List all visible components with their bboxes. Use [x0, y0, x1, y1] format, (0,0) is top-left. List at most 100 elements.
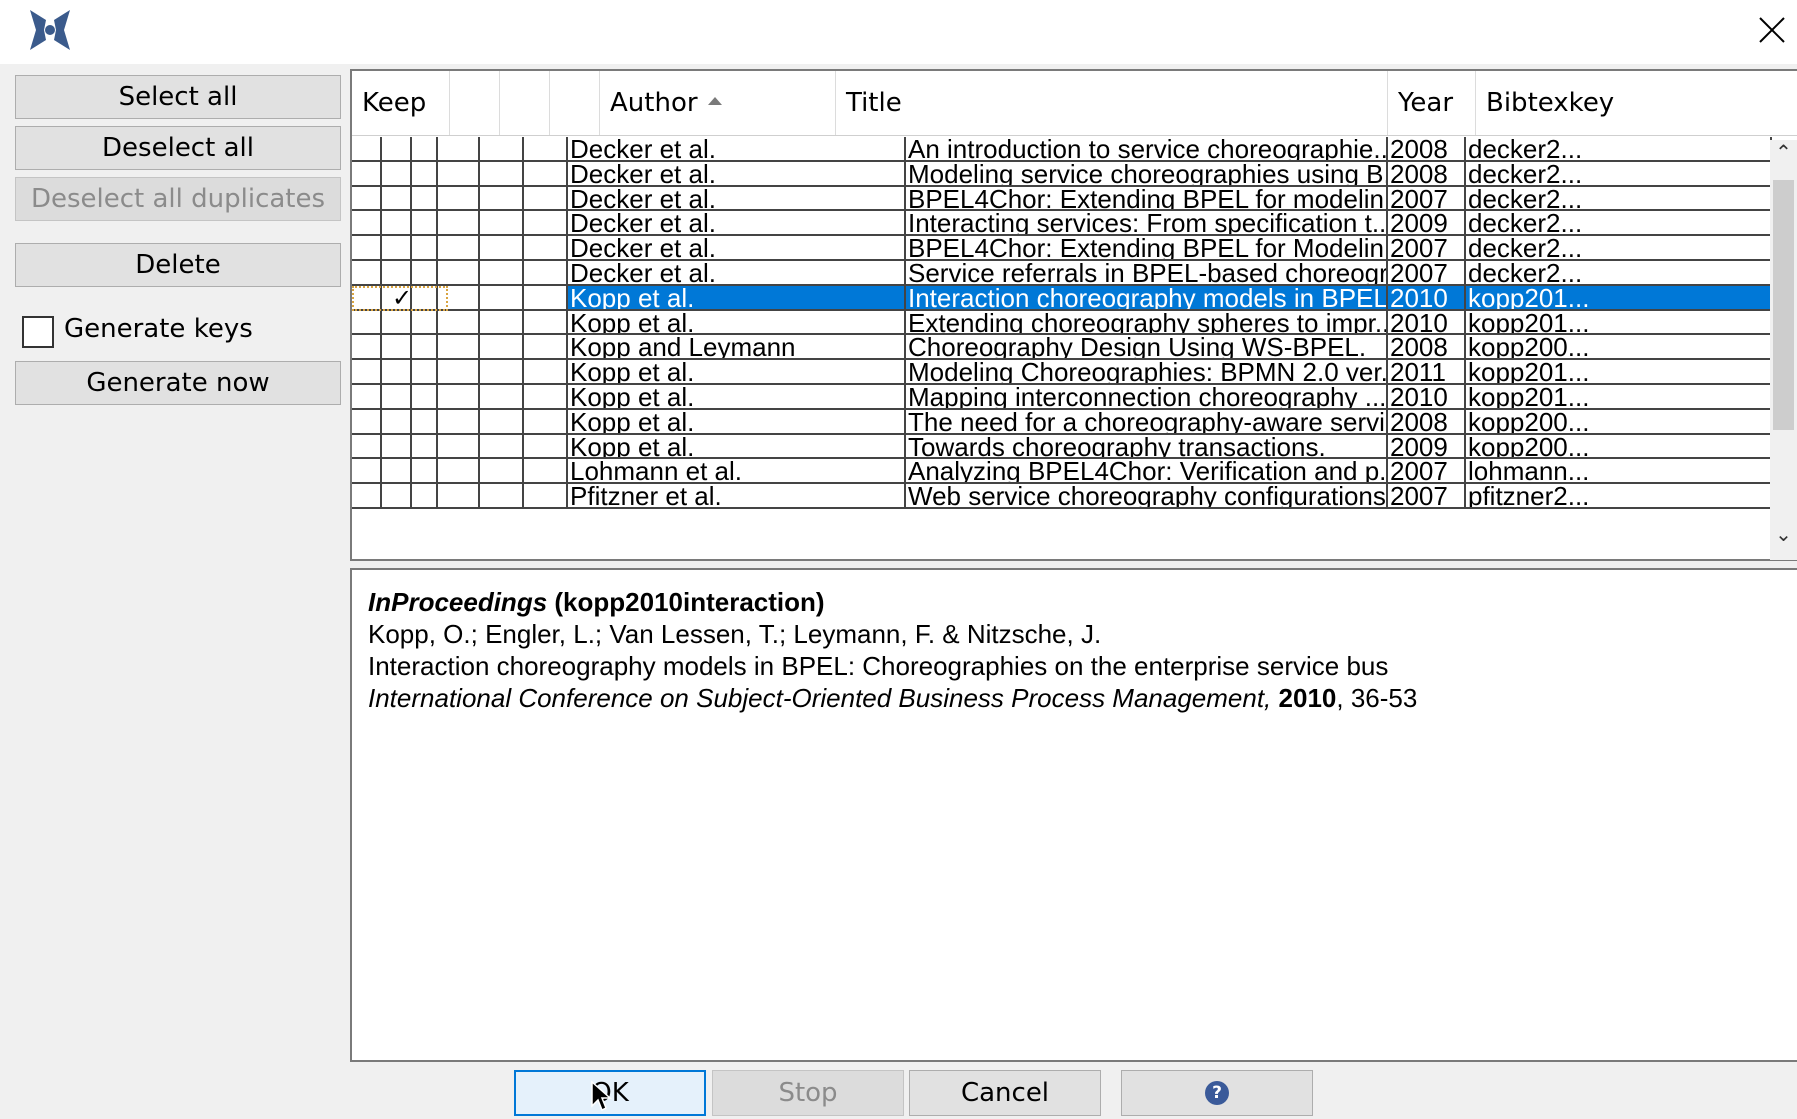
- cell-author[interactable]: Kopp et al.: [568, 360, 906, 385]
- deselect-all-duplicates-button[interactable]: Deselect all duplicates: [15, 177, 341, 221]
- cell-author[interactable]: Decker et al.: [568, 137, 906, 162]
- table-row[interactable]: Decker et al. BPEL4Chor: Extending BPEL f…: [352, 186, 1772, 212]
- keep-cell[interactable]: [382, 385, 412, 410]
- cell-title[interactable]: Extending choreography spheres to impr..…: [906, 310, 1388, 336]
- keep-cell[interactable]: [382, 459, 412, 485]
- marker-cell[interactable]: [524, 360, 568, 385]
- cell-year[interactable]: 2009: [1388, 211, 1466, 237]
- cell-title[interactable]: Analyzing BPEL4Chor: Verification and p.…: [906, 459, 1388, 485]
- generate-now-button[interactable]: Generate now: [15, 361, 341, 405]
- cell-title[interactable]: Web service choreography configurations.…: [906, 484, 1388, 509]
- table-row[interactable]: Decker et al. BPEL4Chor: Extending BPEL f…: [352, 236, 1772, 261]
- keep-check-icon[interactable]: ✓: [388, 285, 416, 311]
- cell-title[interactable]: Service referrals in BPEL-based choreogr…: [906, 261, 1388, 286]
- keep-cell[interactable]: [382, 236, 412, 261]
- cell-key[interactable]: kopp201...: [1466, 360, 1772, 385]
- keep-cell[interactable]: [352, 137, 382, 162]
- cell-key[interactable]: kopp201...: [1466, 310, 1772, 336]
- cell-title[interactable]: Mapping interconnection choreography ...: [906, 385, 1388, 410]
- cell-year[interactable]: 2011: [1388, 360, 1466, 385]
- column-header-blank-2[interactable]: [500, 71, 550, 135]
- cell-title[interactable]: Interaction choreography models in BPEL.…: [906, 285, 1388, 311]
- cell-year[interactable]: 2007: [1388, 236, 1466, 261]
- cell-key[interactable]: kopp201...: [1466, 285, 1772, 311]
- marker-cell[interactable]: [438, 459, 480, 485]
- keep-cell[interactable]: [352, 186, 382, 212]
- cell-year[interactable]: 2009: [1388, 434, 1466, 460]
- cell-author[interactable]: Kopp et al.: [568, 434, 906, 460]
- close-icon[interactable]: [1752, 10, 1792, 50]
- cell-key[interactable]: lohmann...: [1466, 459, 1772, 485]
- keep-cell[interactable]: [412, 310, 438, 336]
- cell-key[interactable]: decker2...: [1466, 211, 1772, 237]
- cancel-button[interactable]: Cancel: [909, 1070, 1101, 1116]
- marker-cell[interactable]: [524, 186, 568, 212]
- cell-year[interactable]: 2007: [1388, 459, 1466, 485]
- marker-cell[interactable]: [524, 285, 568, 311]
- marker-cell[interactable]: [524, 484, 568, 509]
- cell-author[interactable]: Decker et al.: [568, 211, 906, 237]
- keep-cell[interactable]: [412, 459, 438, 485]
- keep-cell[interactable]: [412, 409, 438, 435]
- keep-cell[interactable]: [352, 285, 382, 311]
- keep-cell[interactable]: [412, 236, 438, 261]
- column-header-blank-1[interactable]: [450, 71, 500, 135]
- cell-year[interactable]: 2008: [1388, 137, 1466, 162]
- cell-author[interactable]: Decker et al.: [568, 161, 906, 187]
- cell-key[interactable]: decker2...: [1466, 186, 1772, 212]
- cell-year[interactable]: 2010: [1388, 285, 1466, 311]
- keep-cell[interactable]: [412, 360, 438, 385]
- marker-cell[interactable]: [524, 434, 568, 460]
- cell-title[interactable]: Interacting services: From specification…: [906, 211, 1388, 237]
- cell-key[interactable]: kopp201...: [1466, 385, 1772, 410]
- keep-cell[interactable]: [412, 385, 438, 410]
- ok-button[interactable]: OK: [514, 1070, 706, 1116]
- keep-cell[interactable]: [352, 385, 382, 410]
- marker-cell[interactable]: [524, 236, 568, 261]
- help-button[interactable]: ?: [1121, 1070, 1313, 1116]
- select-all-button[interactable]: Select all: [15, 75, 341, 119]
- cell-title[interactable]: Choreography Design Using WS-BPEL.: [906, 335, 1388, 361]
- keep-cell[interactable]: [382, 434, 412, 460]
- marker-cell[interactable]: [480, 310, 524, 336]
- table-scrollbar[interactable]: ⌃ ⌄: [1770, 140, 1797, 560]
- keep-cell[interactable]: [382, 161, 412, 187]
- scroll-thumb[interactable]: [1773, 180, 1794, 430]
- marker-cell[interactable]: [480, 360, 524, 385]
- table-row[interactable]: Kopp et al. Modeling Choreographies: BPMN…: [352, 360, 1772, 385]
- cell-author[interactable]: Kopp et al.: [568, 385, 906, 410]
- table-row[interactable]: Decker et al. Modeling service choreograp…: [352, 161, 1772, 187]
- marker-cell[interactable]: [524, 137, 568, 162]
- cell-title[interactable]: Modeling service choreographies using B.…: [906, 161, 1388, 187]
- marker-cell[interactable]: [438, 186, 480, 212]
- cell-title[interactable]: Towards choreography transactions.: [906, 434, 1388, 460]
- keep-cell[interactable]: [352, 211, 382, 237]
- cell-author[interactable]: Decker et al.: [568, 261, 906, 286]
- table-row[interactable]: Kopp et al. Extending choreography sphere…: [352, 310, 1772, 336]
- cell-author[interactable]: Kopp et al.: [568, 310, 906, 336]
- keep-cell[interactable]: [382, 137, 412, 162]
- marker-cell[interactable]: [438, 434, 480, 460]
- keep-cell[interactable]: [352, 459, 382, 485]
- cell-title[interactable]: BPEL4Chor: Extending BPEL for modelin...: [906, 186, 1388, 212]
- keep-cell[interactable]: [352, 310, 382, 336]
- table-row[interactable]: Lohmann et al. Analyzing BPEL4Chor: Verif…: [352, 459, 1772, 485]
- keep-cell[interactable]: [352, 484, 382, 509]
- marker-cell[interactable]: [480, 261, 524, 286]
- table-row[interactable]: Kopp et al. Mapping interconnection chore…: [352, 385, 1772, 410]
- table-row[interactable]: Kopp et al. Towards choreography transact…: [352, 434, 1772, 460]
- cell-year[interactable]: 2007: [1388, 186, 1466, 212]
- table-row[interactable]: Decker et al. Interacting services: From …: [352, 211, 1772, 237]
- marker-cell[interactable]: [524, 335, 568, 361]
- column-header-author[interactable]: Author: [600, 71, 836, 135]
- keep-cell[interactable]: [382, 409, 412, 435]
- marker-cell[interactable]: [438, 310, 480, 336]
- marker-cell[interactable]: [438, 285, 480, 311]
- marker-cell[interactable]: [480, 434, 524, 460]
- keep-cell[interactable]: [382, 261, 412, 286]
- column-header-title[interactable]: Title: [836, 71, 1388, 135]
- keep-cell[interactable]: [352, 434, 382, 460]
- marker-cell[interactable]: [480, 285, 524, 311]
- cell-year[interactable]: 2008: [1388, 335, 1466, 361]
- keep-cell[interactable]: [412, 261, 438, 286]
